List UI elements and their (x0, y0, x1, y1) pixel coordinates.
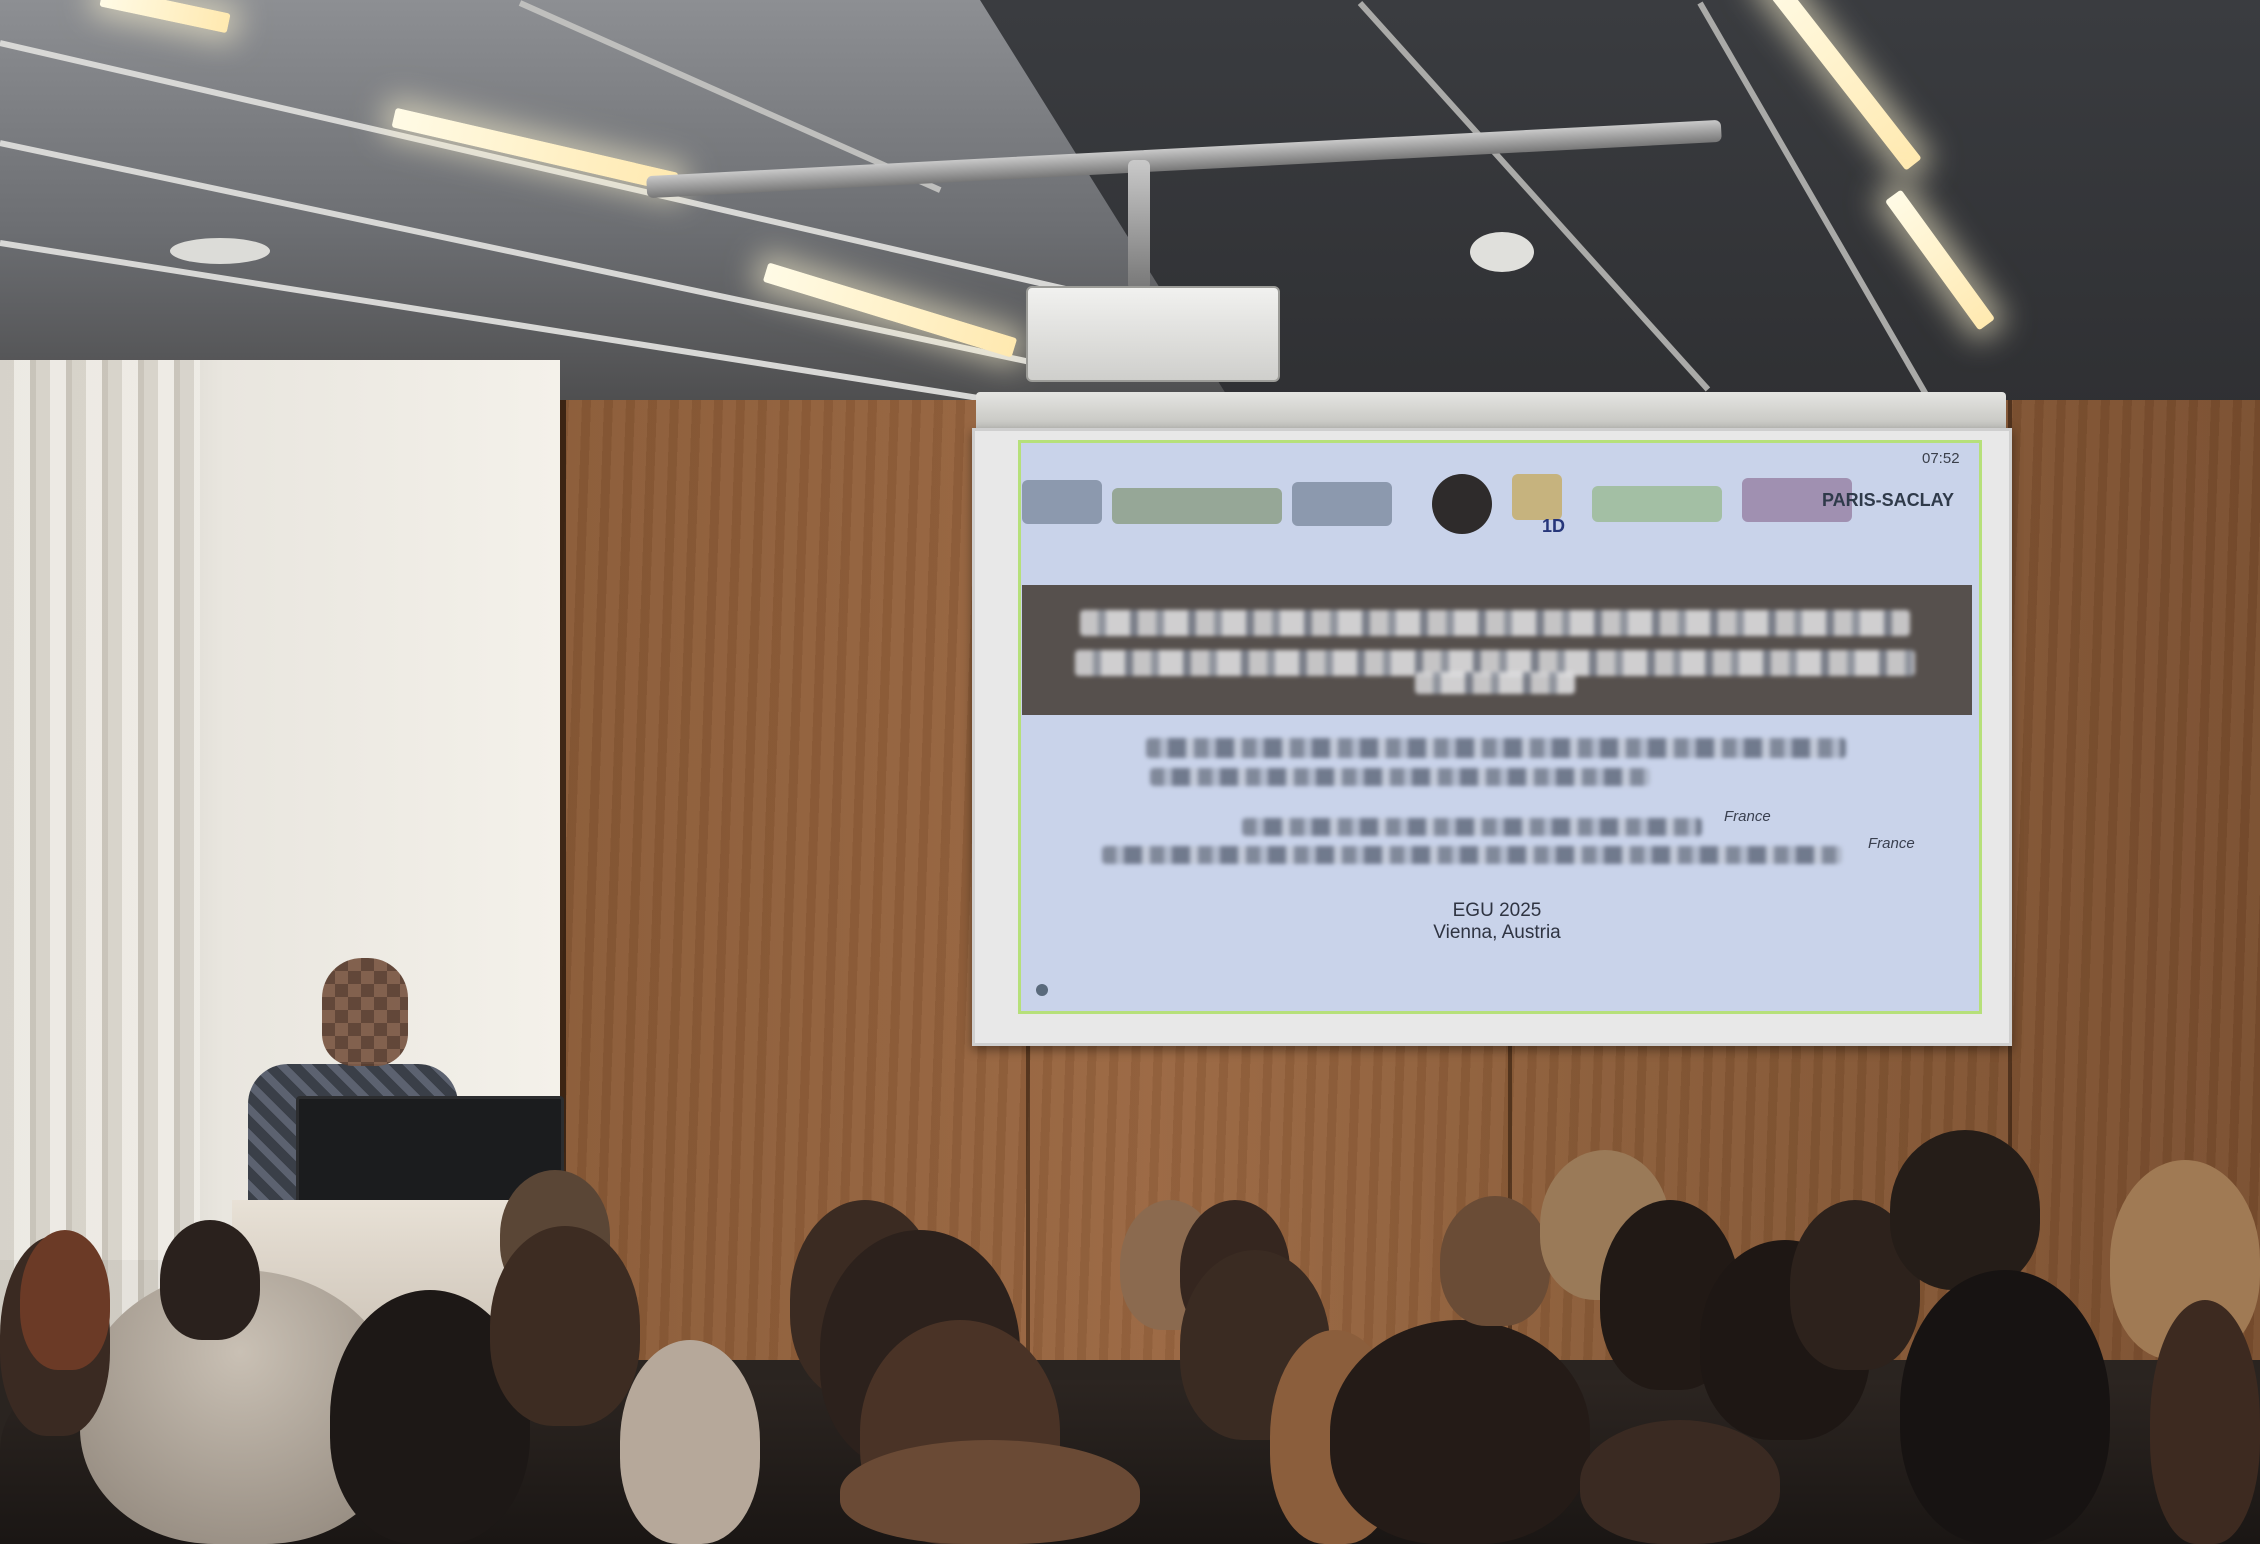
slide-event-name: EGU 2025 (1452, 900, 1542, 921)
audience-head (20, 1230, 110, 1370)
logo-blurred (1292, 482, 1392, 526)
projector-mount-pole (1128, 160, 1150, 290)
ceiling-speaker (170, 238, 270, 264)
projector (1026, 286, 1280, 382)
window-curtain (0, 360, 200, 1340)
wood-seam (1026, 1030, 1030, 1360)
logo-blurred (1022, 480, 1102, 524)
slide-corner-icon (1036, 984, 1048, 996)
slide-event-location: Vienna, Austria (1433, 922, 1561, 943)
audience-head (490, 1226, 640, 1426)
logo-1d-text: 1D (1542, 516, 1566, 536)
slide-affiliation-blurred (1242, 818, 1702, 836)
slide-logos-row: 1D PARIS-SACLAY (1022, 460, 1972, 552)
slide-affiliation-blurred (1102, 846, 1842, 864)
logo-paris-saclay: PARIS-SACLAY (1822, 490, 1955, 510)
audience-head (1580, 1420, 1780, 1544)
slide-title-blurred (1415, 672, 1575, 694)
conference-room-photo: 07:52 1D PARIS-SACLAY France France EGU … (0, 0, 2260, 1544)
audience-head (1890, 1130, 2040, 1290)
audience-head (2150, 1300, 2260, 1544)
slide-authors-blurred (1146, 738, 1846, 758)
slide-authors-blurred (1150, 768, 1650, 786)
audience-head (1440, 1196, 1550, 1326)
slide-affiliation-word: France (1868, 835, 1915, 852)
slide-affiliation-word: France (1724, 808, 1771, 825)
audience-head (1330, 1320, 1590, 1544)
audience-head (620, 1340, 760, 1544)
logo-dark-circle (1432, 474, 1492, 534)
presenter-head-pixelated (322, 958, 408, 1066)
logo-blurred (1512, 474, 1562, 520)
slide-title-blurred (1080, 610, 1910, 636)
smoke-detector (1470, 232, 1534, 272)
audience-head (160, 1220, 260, 1340)
audience-head (840, 1440, 1140, 1544)
audience-head (1900, 1270, 2110, 1544)
logo-blurred (1592, 486, 1722, 522)
logo-blurred (1112, 488, 1282, 524)
